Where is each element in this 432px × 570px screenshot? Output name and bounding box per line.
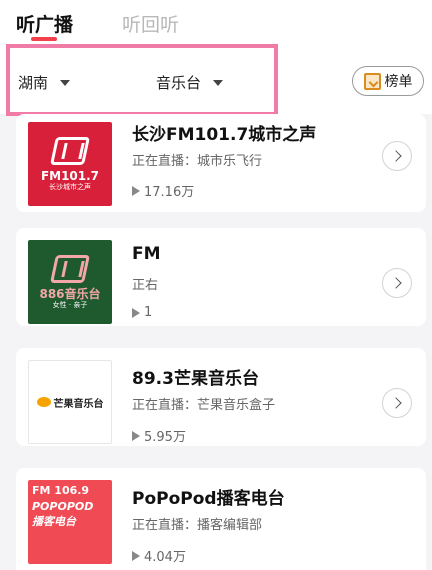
station-play-count: 4.04万 bbox=[132, 546, 186, 565]
station-card[interactable]: FM101.7 长沙城市之声 长沙FM101.7城市之声 正在直播：城市乐飞行 … bbox=[16, 114, 426, 212]
station-logo-text: FM101.7 bbox=[40, 168, 100, 183]
station-live-program: 正在直播：芒果音乐盒子 bbox=[132, 398, 276, 413]
station-logo: 886音乐台 女性 · 亲子 bbox=[28, 240, 112, 324]
station-title: PoPoPod播客电台 bbox=[132, 489, 285, 509]
station-logo: FM 106.9 POPOPOD 播客电台 bbox=[28, 480, 112, 564]
play-icon bbox=[132, 430, 140, 441]
station-logo-subtext: 女性 · 亲子 bbox=[52, 300, 88, 309]
station-play-count: 17.16万 bbox=[132, 181, 194, 200]
play-icon bbox=[132, 185, 140, 196]
chevron-right-icon bbox=[389, 397, 402, 409]
ranking-button-label: 榜单 bbox=[384, 74, 413, 90]
chevron-right-icon bbox=[389, 277, 402, 289]
station-card[interactable]: FM 106.9 POPOPOD 播客电台 PoPoPod播客电台 正在直播：播… bbox=[16, 468, 426, 570]
filter-highlight-box bbox=[6, 44, 278, 116]
play-count-value: 1 bbox=[144, 305, 153, 320]
station-logo-mark bbox=[50, 136, 90, 165]
play-icon bbox=[132, 307, 140, 318]
station-detail-button[interactable] bbox=[382, 268, 412, 298]
station-live-program: 正在直播：城市乐飞行 bbox=[132, 154, 263, 169]
station-detail-button[interactable] bbox=[382, 141, 412, 171]
station-logo: 芒果音乐台 bbox=[28, 360, 112, 444]
station-detail-button[interactable] bbox=[382, 388, 412, 418]
play-icon bbox=[132, 550, 140, 561]
station-live-program: 正右 bbox=[132, 278, 159, 293]
ranking-button[interactable]: 榜单 bbox=[352, 66, 424, 96]
filter-bar: 湖南 音乐台 榜单 bbox=[0, 44, 432, 116]
station-play-count: 5.95万 bbox=[132, 426, 186, 445]
play-count-value: 17.16万 bbox=[144, 185, 195, 200]
station-logo-subtext: POPOPOD 播客电台 bbox=[32, 500, 94, 528]
station-play-count: 1 bbox=[132, 305, 152, 320]
active-tab-indicator bbox=[31, 37, 57, 41]
station-card[interactable]: 芒果音乐台 89.3芒果音乐台 正在直播：芒果音乐盒子 5.95万 bbox=[16, 348, 426, 446]
ranking-icon bbox=[363, 72, 381, 90]
station-logo: FM101.7 长沙城市之声 bbox=[28, 122, 112, 206]
tab-listen-replay[interactable]: 听回听 bbox=[122, 10, 179, 37]
station-logo-mark bbox=[50, 254, 90, 283]
play-count-value: 4.04万 bbox=[144, 550, 186, 565]
tab-listen-broadcast[interactable]: 听广播 bbox=[16, 10, 73, 37]
play-count-value: 5.95万 bbox=[144, 430, 186, 445]
chevron-right-icon bbox=[389, 150, 402, 162]
station-card[interactable]: 886音乐台 女性 · 亲子 FM 正右 1 bbox=[16, 228, 426, 326]
station-logo-text: FM 106.9 bbox=[32, 484, 90, 497]
station-logo-text: 芒果音乐台 bbox=[53, 398, 104, 410]
tab-bar: 听广播 听回听 bbox=[0, 0, 432, 48]
station-title: 长沙FM101.7城市之声 bbox=[132, 125, 317, 145]
station-logo-text: 886音乐台 bbox=[39, 286, 101, 301]
station-title: 89.3芒果音乐台 bbox=[132, 369, 259, 389]
station-title: FM bbox=[132, 244, 161, 264]
station-logo-subtext: 长沙城市之声 bbox=[49, 182, 91, 191]
mango-icon bbox=[36, 397, 51, 407]
station-live-program: 正在直播：播客编辑部 bbox=[132, 518, 263, 533]
